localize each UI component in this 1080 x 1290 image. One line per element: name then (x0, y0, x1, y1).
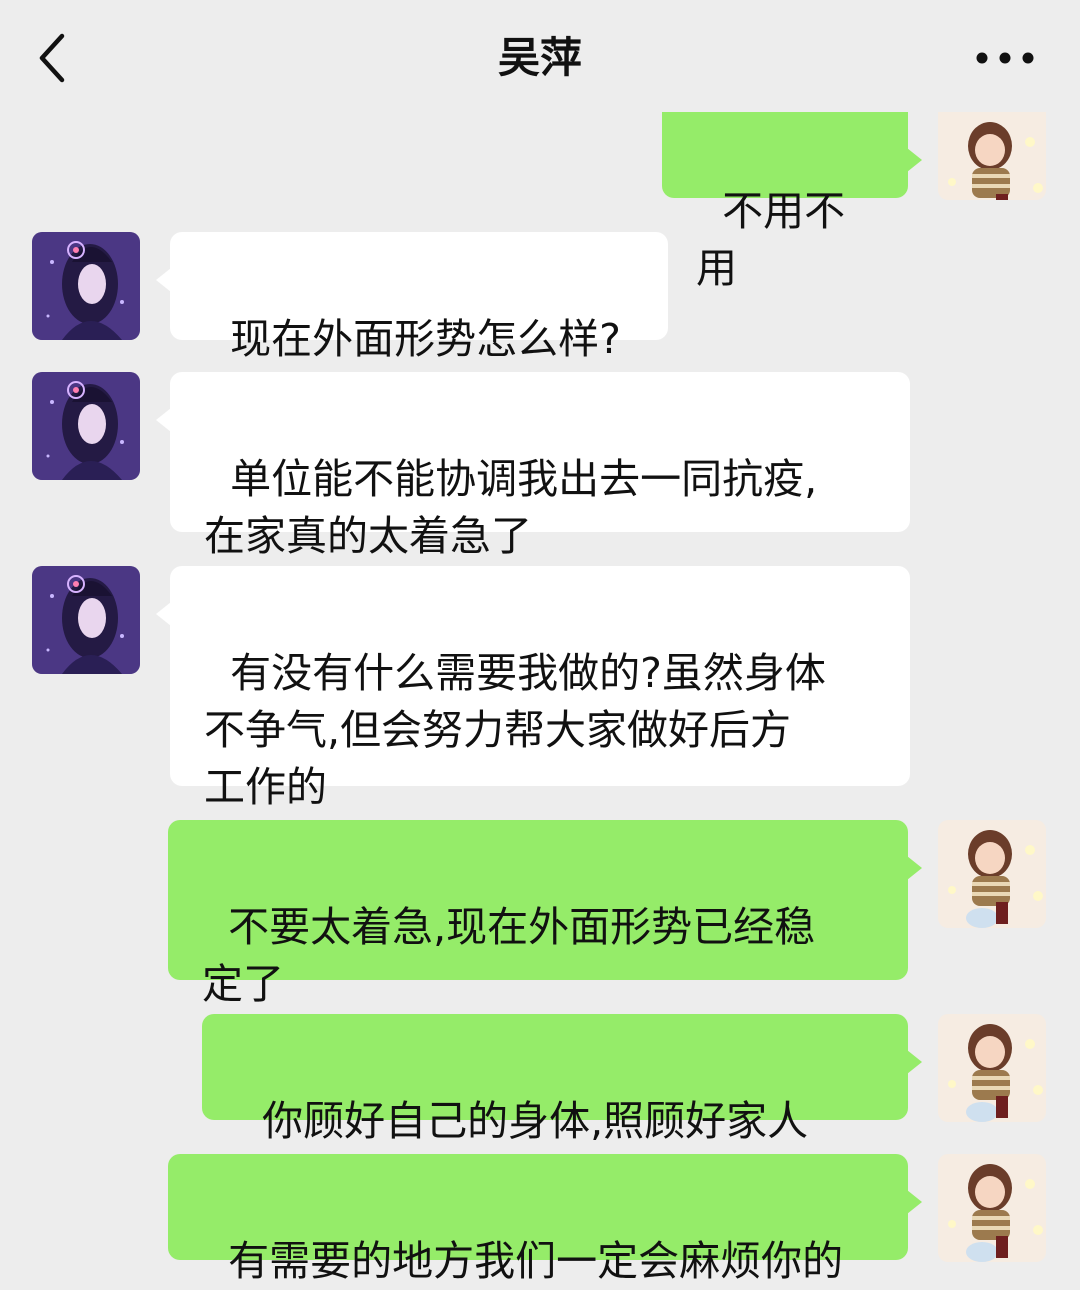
anime-girl-avatar-icon (32, 566, 140, 674)
message-bubble-incoming[interactable]: 现在外面形势怎么样? (156, 232, 668, 363)
contact-avatar[interactable] (32, 566, 140, 674)
girl-avatar-icon (938, 820, 1046, 928)
message-bubble-outgoing[interactable]: 不用不用 (662, 112, 922, 292)
message-bubble-outgoing[interactable]: 不要太着急,现在外面形势已经稳 定了 (168, 820, 922, 1008)
message-text: 单位能不能协调我出去一同抗疫, 在家真的太着急了 (204, 455, 818, 560)
anime-girl-avatar-icon (32, 372, 140, 480)
more-dots-icon (976, 52, 1034, 64)
girl-avatar-icon (938, 1014, 1046, 1122)
message-text: 不要太着急,现在外面形势已经稳 定了 (202, 903, 816, 1008)
anime-girl-avatar-icon (32, 232, 140, 340)
message-bubble-outgoing[interactable]: 你顾好自己的身体,照顾好家人 (202, 1014, 922, 1145)
message-bubble-incoming[interactable]: 有没有什么需要我做的?虽然身体 不争气,但会努力帮大家做好后方 工作的 (156, 566, 910, 811)
message-text: 现在外面形势怎么样? (230, 315, 621, 363)
contact-avatar[interactable] (32, 372, 140, 480)
self-avatar[interactable] (938, 1154, 1046, 1262)
message-text: 你顾好自己的身体,照顾好家人 (262, 1097, 809, 1145)
message-text: 有没有什么需要我做的?虽然身体 不争气,但会努力帮大家做好后方 工作的 (204, 649, 826, 811)
girl-avatar-icon (938, 112, 1046, 200)
girl-avatar-icon (938, 1154, 1046, 1262)
chat-title: 吴萍 (497, 33, 582, 82)
message-text: 不用不用 (696, 187, 846, 292)
self-avatar[interactable] (938, 1014, 1046, 1122)
contact-avatar[interactable] (32, 232, 140, 340)
message-bubble-incoming[interactable]: 单位能不能协调我出去一同抗疫, 在家真的太着急了 (156, 372, 910, 560)
self-avatar[interactable] (938, 820, 1046, 928)
message-bubble-outgoing[interactable]: 有需要的地方我们一定会麻烦你的 (168, 1154, 922, 1285)
chat-header: 吴萍 (0, 0, 1080, 115)
more-options-button[interactable] (970, 36, 1040, 80)
self-avatar[interactable] (938, 112, 1046, 200)
message-text: 有需要的地方我们一定会麻烦你的 (228, 1237, 844, 1285)
